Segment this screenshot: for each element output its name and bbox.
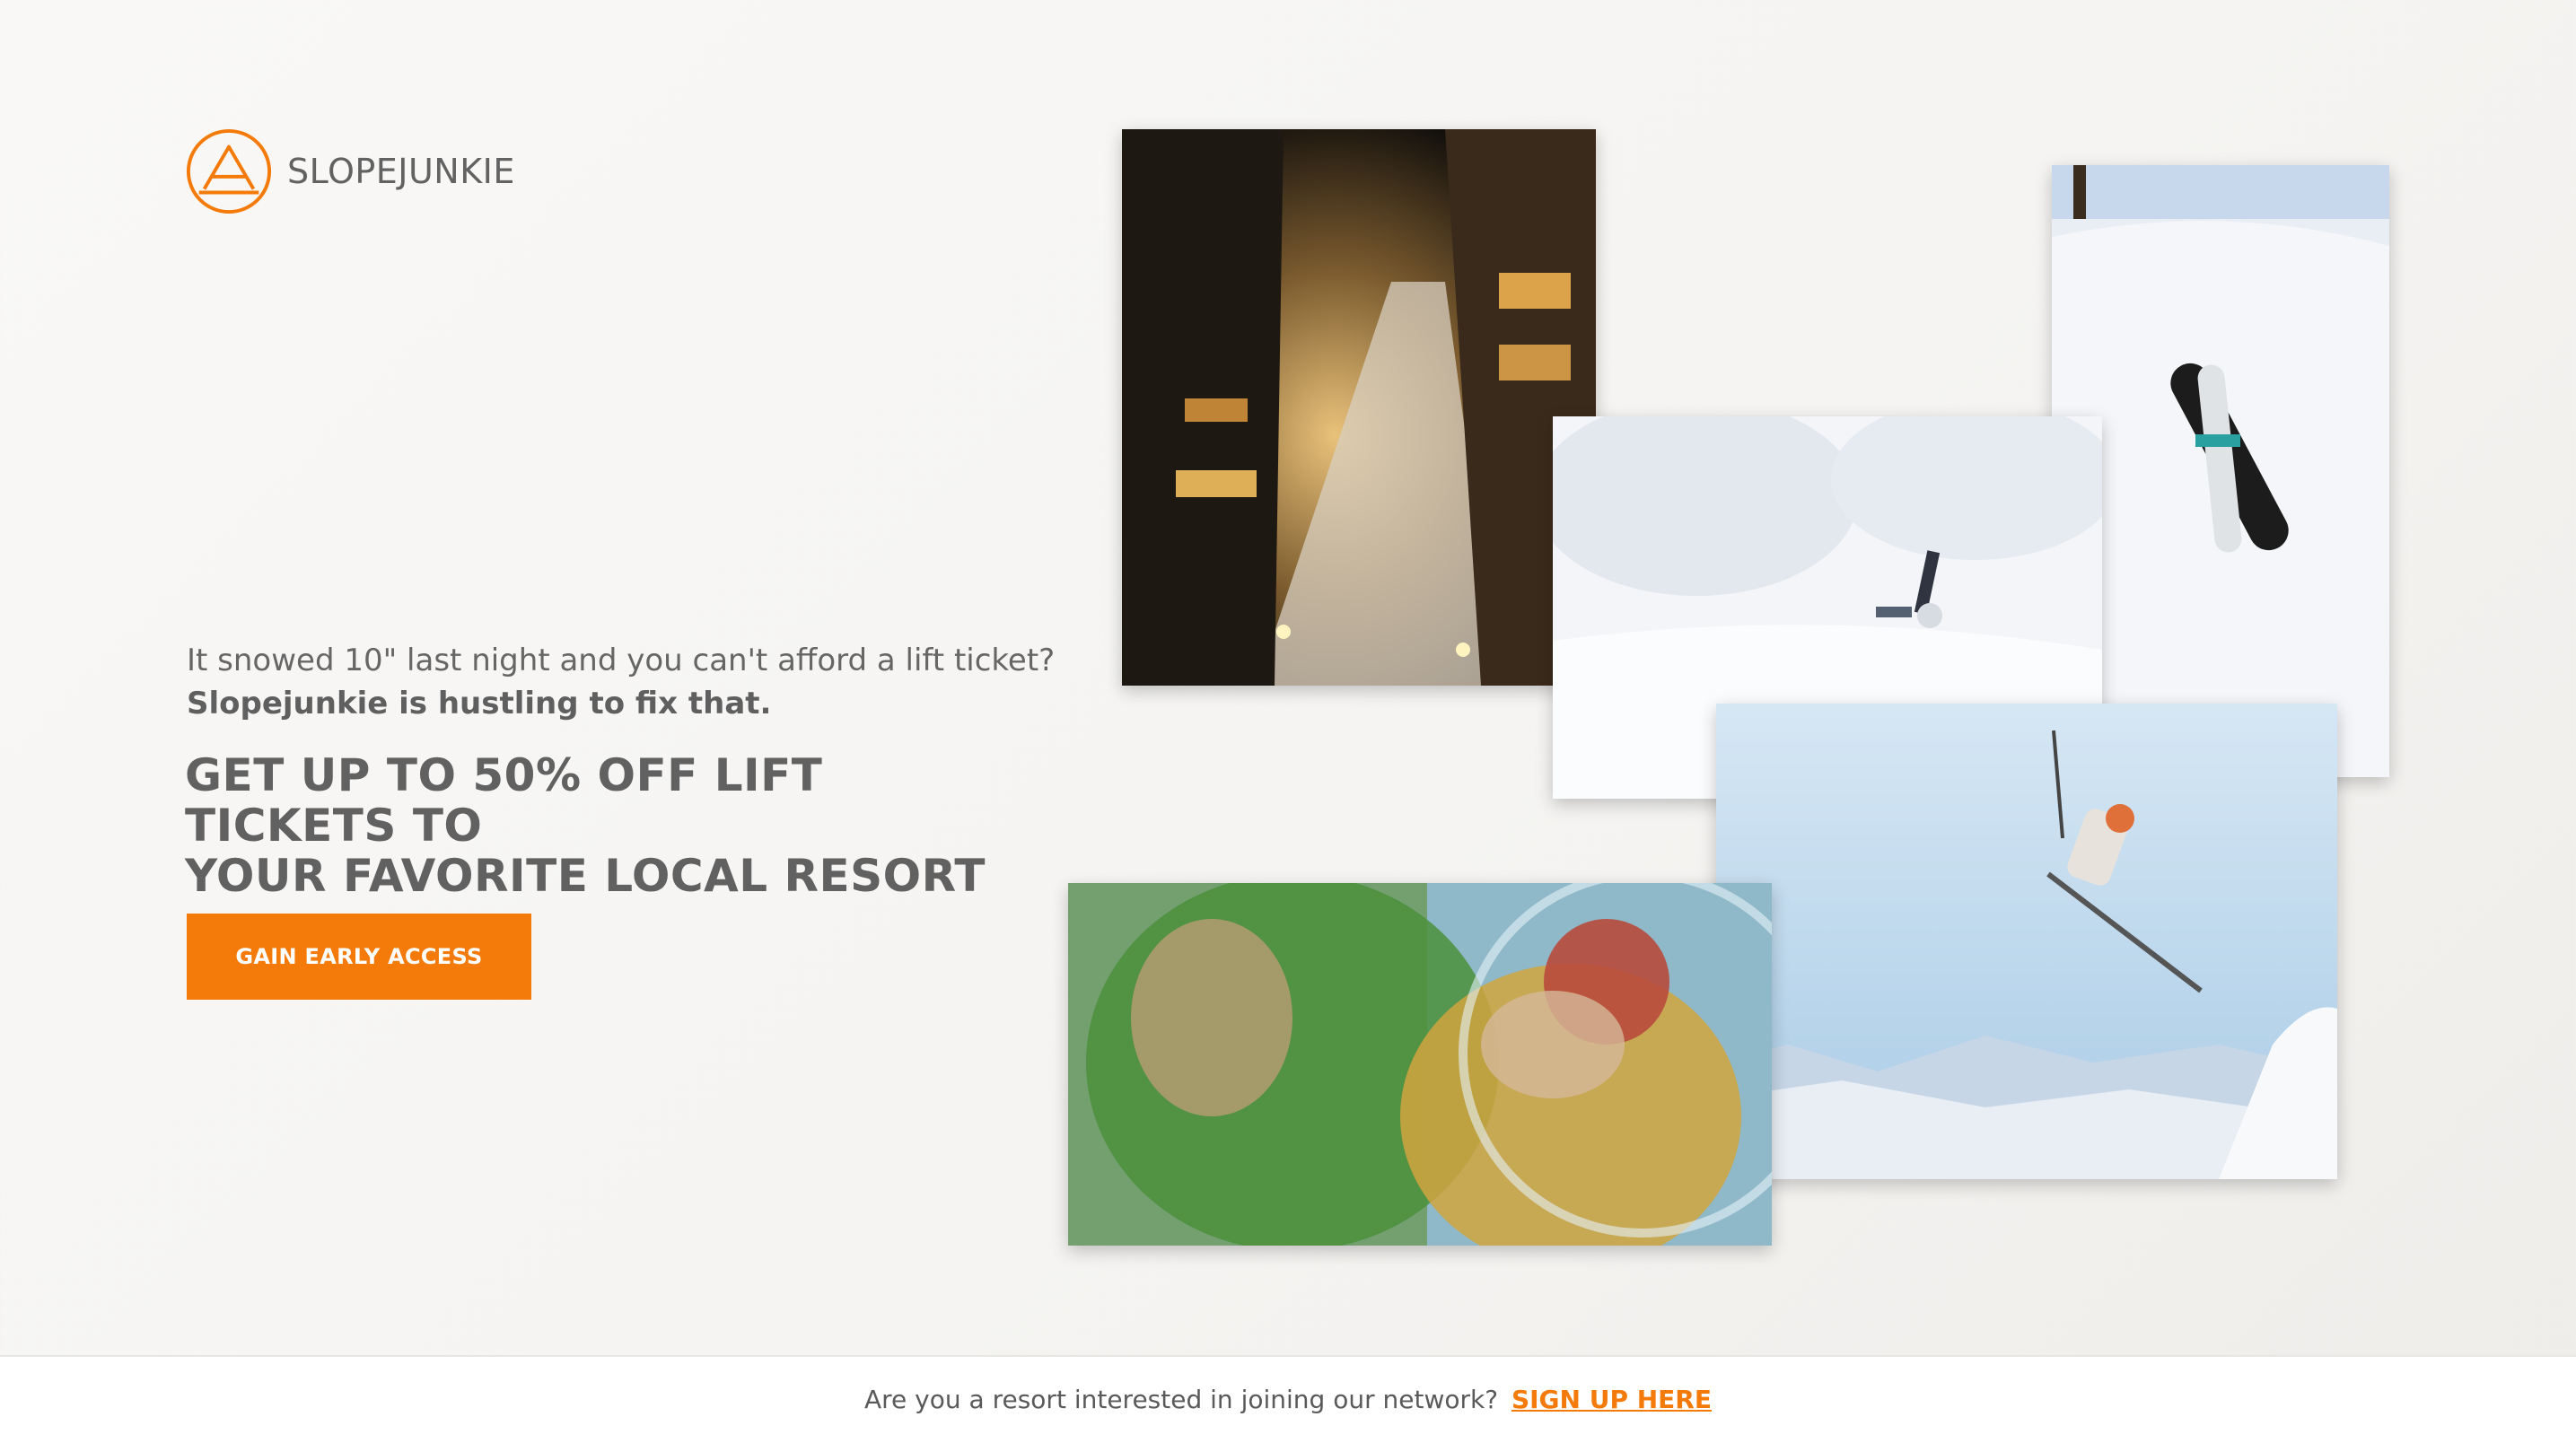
resort-signup-footer: Are you a resort interested in joining o… [0, 1355, 2576, 1443]
gain-early-access-button[interactable]: GAIN EARLY ACCESS [187, 914, 531, 1000]
headline-line-2: YOUR FAVORITE LOCAL RESORT [185, 850, 986, 902]
footer-question: Are you a resort interested in joining o… [864, 1385, 1499, 1414]
photo-snowboard [2052, 165, 2389, 777]
intro-text: It snowed 10" last night and you can't a… [187, 639, 1055, 725]
mountain-triangle-icon [186, 128, 272, 214]
headline-line-1: GET UP TO 50% OFF LIFT TICKETS TO [185, 749, 823, 852]
hero-headline: GET UP TO 50% OFF LIFT TICKETS TO YOUR F… [185, 750, 1047, 901]
photo-night-village [1122, 129, 1596, 686]
photo-ski-jump [1716, 704, 2337, 1179]
brand-logo[interactable]: SLOPEJUNKIE [185, 127, 515, 215]
sign-up-here-link[interactable]: SIGN UP HERE [1511, 1385, 1712, 1414]
intro-bold-line: Slopejunkie is hustling to fix that. [187, 686, 772, 722]
photo-goggles [1068, 883, 1772, 1246]
brand-name: SLOPEJUNKIE [287, 152, 515, 191]
intro-line: It snowed 10" last night and you can't a… [187, 643, 1056, 678]
